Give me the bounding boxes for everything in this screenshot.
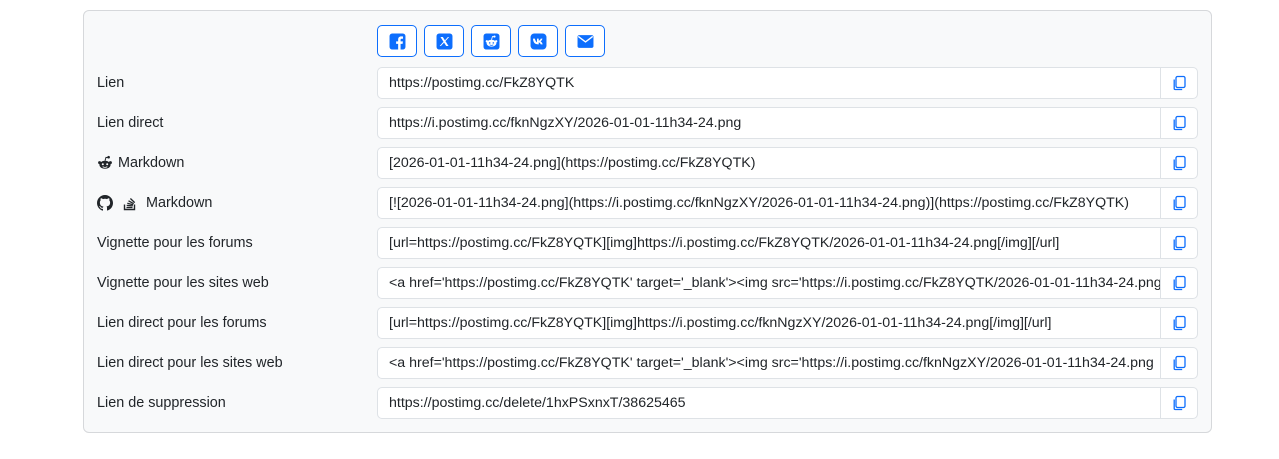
row-label: Lien direct pour les forums — [97, 307, 267, 339]
copy-button[interactable] — [1160, 307, 1198, 339]
share-email-button[interactable] — [565, 25, 605, 57]
copy-button[interactable] — [1160, 187, 1198, 219]
x-icon — [436, 33, 452, 49]
lien-direct-forums-value: [url=https://postimg.cc/FkZ8YQTK][img]ht… — [389, 315, 1052, 331]
vk-icon — [530, 33, 546, 49]
row-label: Lien direct pour les sites web — [97, 347, 283, 379]
lien-direct-forums-field[interactable]: [url=https://postimg.cc/FkZ8YQTK][img]ht… — [377, 307, 1161, 339]
facebook-icon — [389, 33, 405, 50]
copy-button[interactable] — [1160, 347, 1198, 379]
copy-icon — [1173, 395, 1186, 411]
row-label: Lien de suppression — [97, 387, 226, 419]
row-vignette-sites-web: Vignette pour les sites web <a href='htt… — [0, 267, 1279, 299]
copy-icon — [1173, 195, 1186, 211]
row-label: Vignette pour les sites web — [97, 267, 269, 299]
lien-direct-sites-web-field[interactable]: <a href='https://postimg.cc/FkZ8YQTK' ta… — [377, 347, 1161, 379]
row-label-text: Lien direct pour les forums — [97, 315, 267, 331]
copy-button[interactable] — [1160, 147, 1198, 179]
vignette-sites-web-field[interactable]: <a href='https://postimg.cc/FkZ8YQTK' ta… — [377, 267, 1161, 299]
share-reddit-button[interactable] — [471, 25, 511, 57]
row-label-text: Markdown — [118, 155, 185, 171]
copy-icon — [1173, 315, 1186, 331]
row-lien-direct-forums: Lien direct pour les forums [url=https:/… — [0, 307, 1279, 339]
reddit-icon — [483, 33, 499, 49]
row-lien-direct-sites-web: Lien direct pour les sites web <a href='… — [0, 347, 1279, 379]
share-toolbar — [377, 25, 605, 57]
markdown-reddit-value: [2026-01-01-11h34-24.png](https://postim… — [389, 155, 756, 171]
vignette-forums-value: [url=https://postimg.cc/FkZ8YQTK][img]ht… — [389, 235, 1060, 251]
row-label: Lien — [97, 67, 124, 99]
copy-icon — [1173, 115, 1186, 131]
copy-button[interactable] — [1160, 387, 1198, 419]
share-vk-button[interactable] — [518, 25, 558, 57]
github-icon — [97, 195, 113, 211]
copy-icon — [1173, 355, 1186, 371]
row-label-text: Vignette pour les sites web — [97, 275, 269, 291]
copy-icon — [1173, 235, 1186, 251]
lien-direct-field[interactable]: https://i.postimg.cc/fknNgzXY/2026-01-01… — [377, 107, 1161, 139]
row-label: Vignette pour les forums — [97, 227, 253, 259]
row-markdown-reddit: Markdown [2026-01-01-11h34-24.png](https… — [0, 147, 1279, 179]
markdown-github-field[interactable]: [![2026-01-01-11h34-24.png](https://i.po… — [377, 187, 1161, 219]
lien-direct-value: https://i.postimg.cc/fknNgzXY/2026-01-01… — [389, 115, 742, 131]
row-label-text: Lien direct pour les sites web — [97, 355, 283, 371]
row-markdown-github: Markdown [![2026-01-01-11h34-24.png](htt… — [0, 187, 1279, 219]
row-label-text: Lien de suppression — [97, 395, 226, 411]
copy-button[interactable] — [1160, 67, 1198, 99]
markdown-reddit-field[interactable]: [2026-01-01-11h34-24.png](https://postim… — [377, 147, 1161, 179]
lien-suppression-field[interactable]: https://postimg.cc/delete/1hxPSxnxT/3862… — [377, 387, 1161, 419]
row-label: Markdown — [97, 147, 184, 179]
reddit-icon — [98, 155, 112, 169]
markdown-github-value: [![2026-01-01-11h34-24.png](https://i.po… — [389, 195, 1129, 211]
copy-button[interactable] — [1160, 107, 1198, 139]
row-lien-suppression: Lien de suppression https://postimg.cc/d… — [0, 387, 1279, 419]
lien-suppression-value: https://postimg.cc/delete/1hxPSxnxT/3862… — [389, 395, 686, 411]
copy-icon — [1173, 155, 1186, 171]
share-facebook-button[interactable] — [377, 25, 417, 57]
row-label: Lien direct — [97, 107, 163, 139]
vignette-sites-web-value: <a href='https://postimg.cc/FkZ8YQTK' ta… — [389, 275, 1161, 291]
copy-button[interactable] — [1160, 227, 1198, 259]
row-label-text: Lien — [97, 75, 125, 91]
email-icon — [577, 34, 593, 48]
row-lien-direct: Lien direct https://i.postimg.cc/fknNgzX… — [0, 107, 1279, 139]
row-lien: Lien https://postimg.cc/FkZ8YQTK — [0, 67, 1279, 99]
row-label-text: Lien direct — [97, 115, 164, 131]
share-x-button[interactable] — [424, 25, 464, 57]
row-label-text: Markdown — [146, 195, 213, 211]
stackoverflow-icon — [123, 198, 136, 211]
vignette-forums-field[interactable]: [url=https://postimg.cc/FkZ8YQTK][img]ht… — [377, 227, 1161, 259]
lien-direct-sites-web-value: <a href='https://postimg.cc/FkZ8YQTK' ta… — [389, 355, 1154, 371]
copy-button[interactable] — [1160, 267, 1198, 299]
lien-field[interactable]: https://postimg.cc/FkZ8YQTK — [377, 67, 1161, 99]
copy-icon — [1173, 275, 1186, 291]
row-vignette-forums: Vignette pour les forums [url=https://po… — [0, 227, 1279, 259]
row-label: Markdown — [97, 187, 212, 219]
row-label-text: Vignette pour les forums — [97, 235, 253, 251]
copy-icon — [1173, 75, 1186, 91]
lien-value: https://postimg.cc/FkZ8YQTK — [389, 75, 575, 91]
